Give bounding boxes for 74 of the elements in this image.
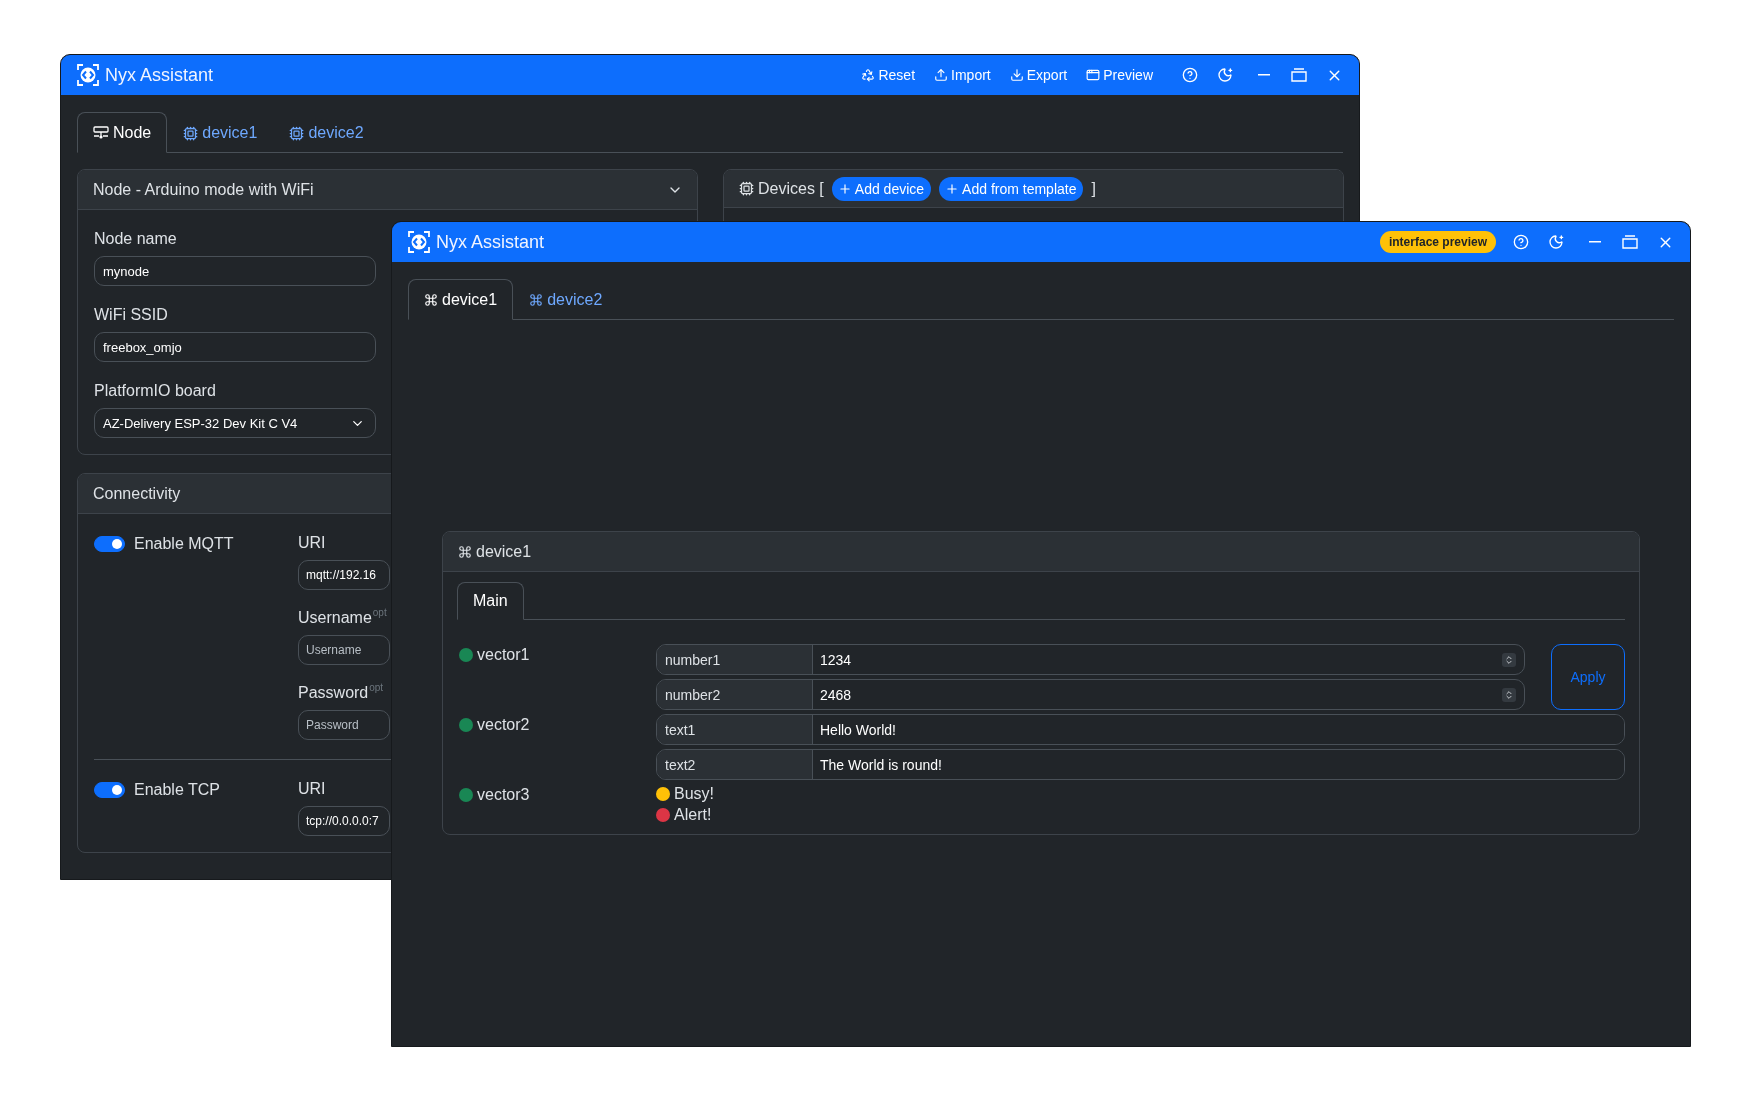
property-field[interactable]: text1 Hello World!: [656, 714, 1625, 745]
minimize-icon: [1589, 241, 1601, 243]
property-field[interactable]: number1 1234: [656, 644, 1525, 675]
toolbar-button[interactable]: Preview: [1086, 63, 1153, 87]
panel-title: Connectivity: [93, 484, 181, 503]
logo-icon: [407, 230, 431, 254]
property-label: number1: [657, 645, 813, 674]
toggle-switch[interactable]: [94, 781, 125, 798]
input-field[interactable]: mynode: [94, 256, 376, 286]
network-icon: [93, 125, 109, 140]
tab[interactable]: device1: [167, 112, 274, 153]
tab[interactable]: device2: [273, 112, 380, 153]
tab[interactable]: Main: [457, 582, 524, 620]
vector-name: vector1: [477, 646, 530, 664]
chip-icon: [739, 181, 754, 196]
input-field[interactable]: freebox_omjo: [94, 332, 376, 362]
add-button[interactable]: Add from template: [939, 176, 1084, 201]
property-label: number2: [657, 680, 813, 709]
toggle-switch[interactable]: [94, 535, 125, 552]
field-label: Node name: [94, 229, 178, 248]
field-label: URI: [298, 533, 326, 552]
spinner-icon[interactable]: [1502, 687, 1516, 702]
toolbar-button[interactable]: Export: [1009, 63, 1068, 87]
command-icon: [458, 544, 472, 559]
property-label: text1: [657, 715, 813, 744]
optional-note: opt: [372, 608, 387, 618]
field-label: URI: [298, 779, 326, 798]
card-title: device1: [476, 542, 532, 561]
toolbar-button[interactable]: Reset: [861, 63, 916, 87]
property-field[interactable]: number2 2468: [656, 679, 1525, 710]
input-field[interactable]: Password: [298, 710, 390, 740]
command-icon: [424, 292, 438, 307]
window-title: Nyx Assistant: [105, 64, 214, 86]
light-label: Alert!: [674, 806, 712, 824]
property-field[interactable]: text2 The World is round!: [656, 749, 1625, 780]
vector-name: vector3: [477, 786, 530, 804]
status-badge: interface preview: [1379, 231, 1496, 253]
field-label: Password: [298, 683, 369, 702]
chip-icon: [289, 125, 305, 141]
input-field[interactable]: Username: [298, 635, 390, 665]
chip-icon: [183, 125, 199, 141]
input-field[interactable]: mqtt://192.16: [298, 560, 390, 590]
maximize-icon: [1622, 235, 1638, 249]
upload-icon: [934, 68, 949, 82]
panel-title: Devices [: [758, 179, 824, 198]
minimize-icon: [1258, 74, 1270, 76]
field-label: WiFi SSID: [94, 305, 169, 324]
download-icon: [1009, 68, 1024, 82]
optional-note: opt: [369, 683, 384, 693]
vector-name: vector2: [477, 716, 530, 734]
logo-icon: [76, 63, 100, 87]
mode-select[interactable]: Node - Arduino mode with WiFi: [93, 180, 314, 199]
window-title: Nyx Assistant: [436, 231, 545, 253]
property-label: text2: [657, 750, 813, 779]
light-label: Busy!: [674, 785, 714, 803]
field-label: PlatformIO board: [94, 381, 217, 400]
field-label: Username: [298, 608, 372, 627]
window-icon: [1086, 68, 1101, 82]
maximize-icon: [1291, 68, 1307, 82]
tab[interactable]: device2: [513, 279, 619, 320]
tab[interactable]: Node: [77, 112, 168, 153]
command-icon: [529, 293, 544, 307]
plus-icon: [837, 181, 852, 196]
plus-icon: [945, 181, 960, 196]
spinner-icon[interactable]: [1502, 652, 1516, 667]
toggle-label: Enable MQTT: [134, 534, 234, 553]
bracket-text: ]: [1091, 179, 1096, 198]
recycle-icon: [861, 68, 876, 82]
board-select[interactable]: AZ-Delivery ESP-32 Dev Kit C V4: [94, 408, 376, 438]
tab[interactable]: device1: [408, 279, 514, 320]
input-field[interactable]: tcp://0.0.0.0:7: [298, 806, 390, 836]
add-button[interactable]: Add device: [831, 176, 932, 201]
toolbar-button[interactable]: Import: [934, 63, 991, 87]
toggle-label: Enable TCP: [134, 780, 220, 799]
